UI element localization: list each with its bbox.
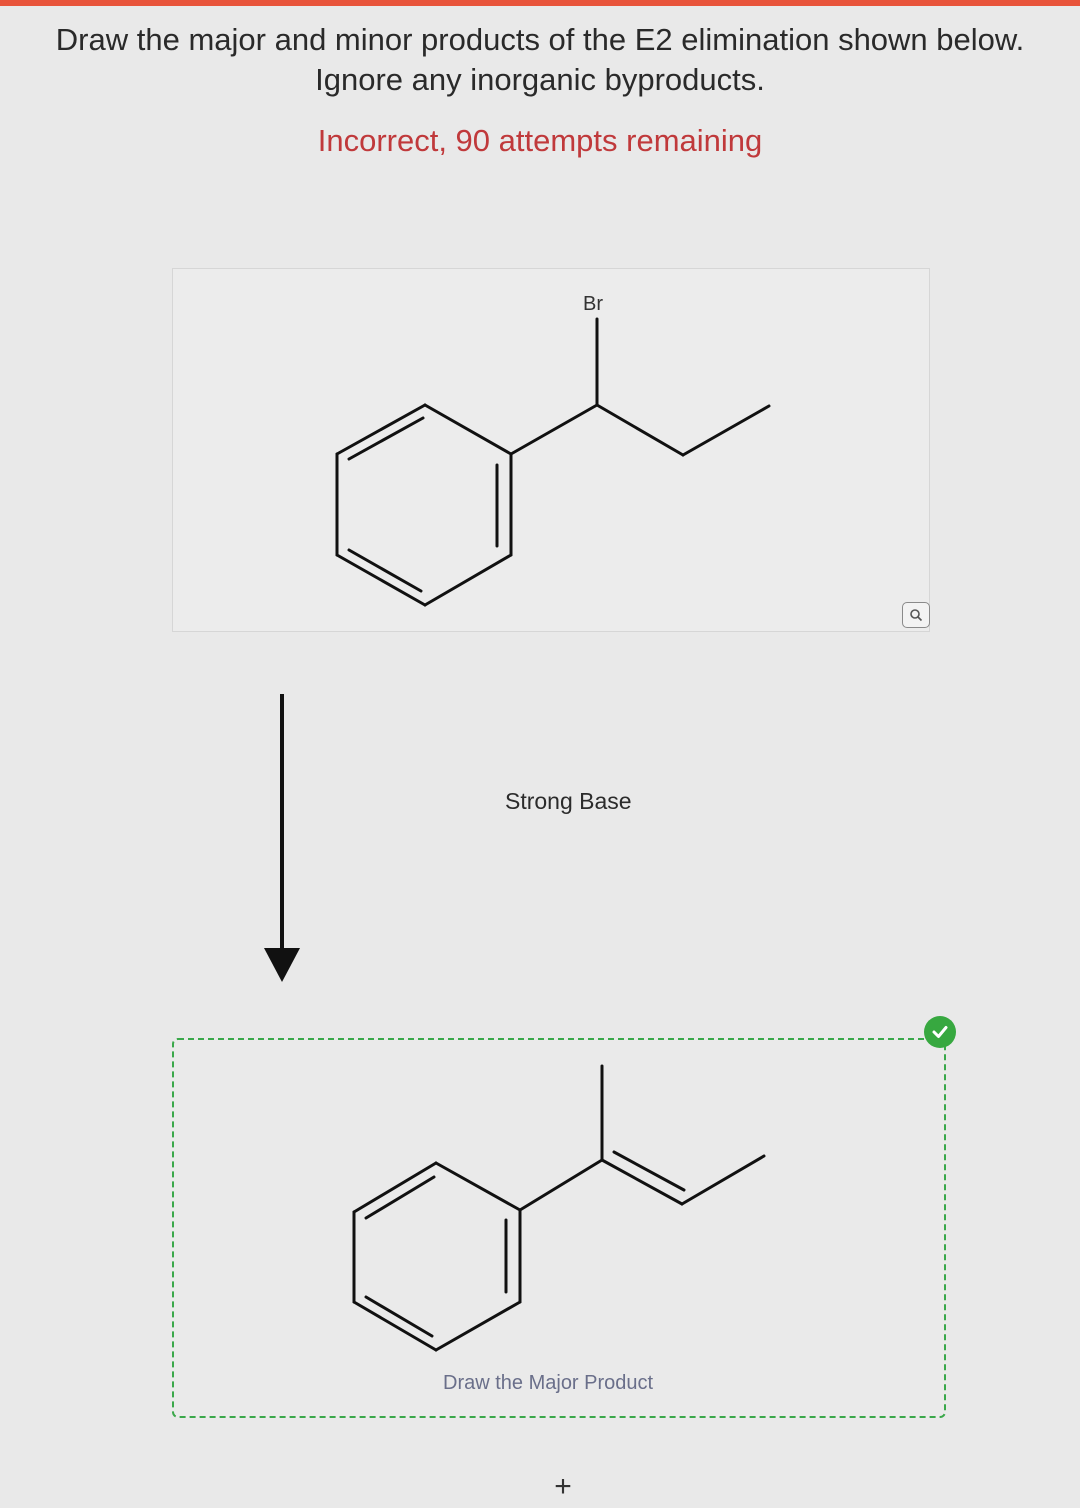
- magnifier-icon[interactable]: [902, 602, 930, 628]
- reactant-structure-panel: Br: [172, 268, 930, 632]
- reactant-molecule: [335, 317, 771, 607]
- chain-bond: [518, 1158, 604, 1212]
- checkmark-icon: [924, 1016, 956, 1048]
- ring-bond: [434, 1300, 522, 1352]
- product-molecule: [352, 1064, 766, 1352]
- add-product-button[interactable]: +: [548, 1470, 578, 1503]
- feedback-message: Incorrect, 90 attempts remaining: [317, 123, 763, 158]
- reaction-condition: Strong Base: [505, 788, 632, 814]
- chain-bond: [595, 403, 685, 457]
- bromine-label: Br: [583, 293, 603, 315]
- product-box-label: Draw the Major Product: [443, 1372, 654, 1394]
- chain-bond: [509, 403, 599, 456]
- question-line-1: Draw the major and minor products of the…: [55, 22, 1025, 57]
- ring-bond: [335, 403, 427, 456]
- down-arrow-icon: [264, 694, 300, 982]
- ring-bond: [352, 1300, 438, 1352]
- ring-bond: [434, 1161, 522, 1212]
- ring-bond: [423, 553, 513, 607]
- ring-bond: [335, 553, 427, 607]
- top-accent-bar: [0, 0, 1080, 6]
- chain-bond: [681, 404, 771, 457]
- chain-bond: [680, 1154, 766, 1206]
- question-line-2: Ignore any inorganic byproducts.: [315, 62, 765, 97]
- ring-bond: [352, 1161, 438, 1214]
- ring-double-bond: [347, 416, 425, 461]
- ring-bond: [423, 403, 513, 456]
- ring-double-bond: [347, 548, 423, 593]
- major-product-drawing-area[interactable]: [172, 1038, 946, 1418]
